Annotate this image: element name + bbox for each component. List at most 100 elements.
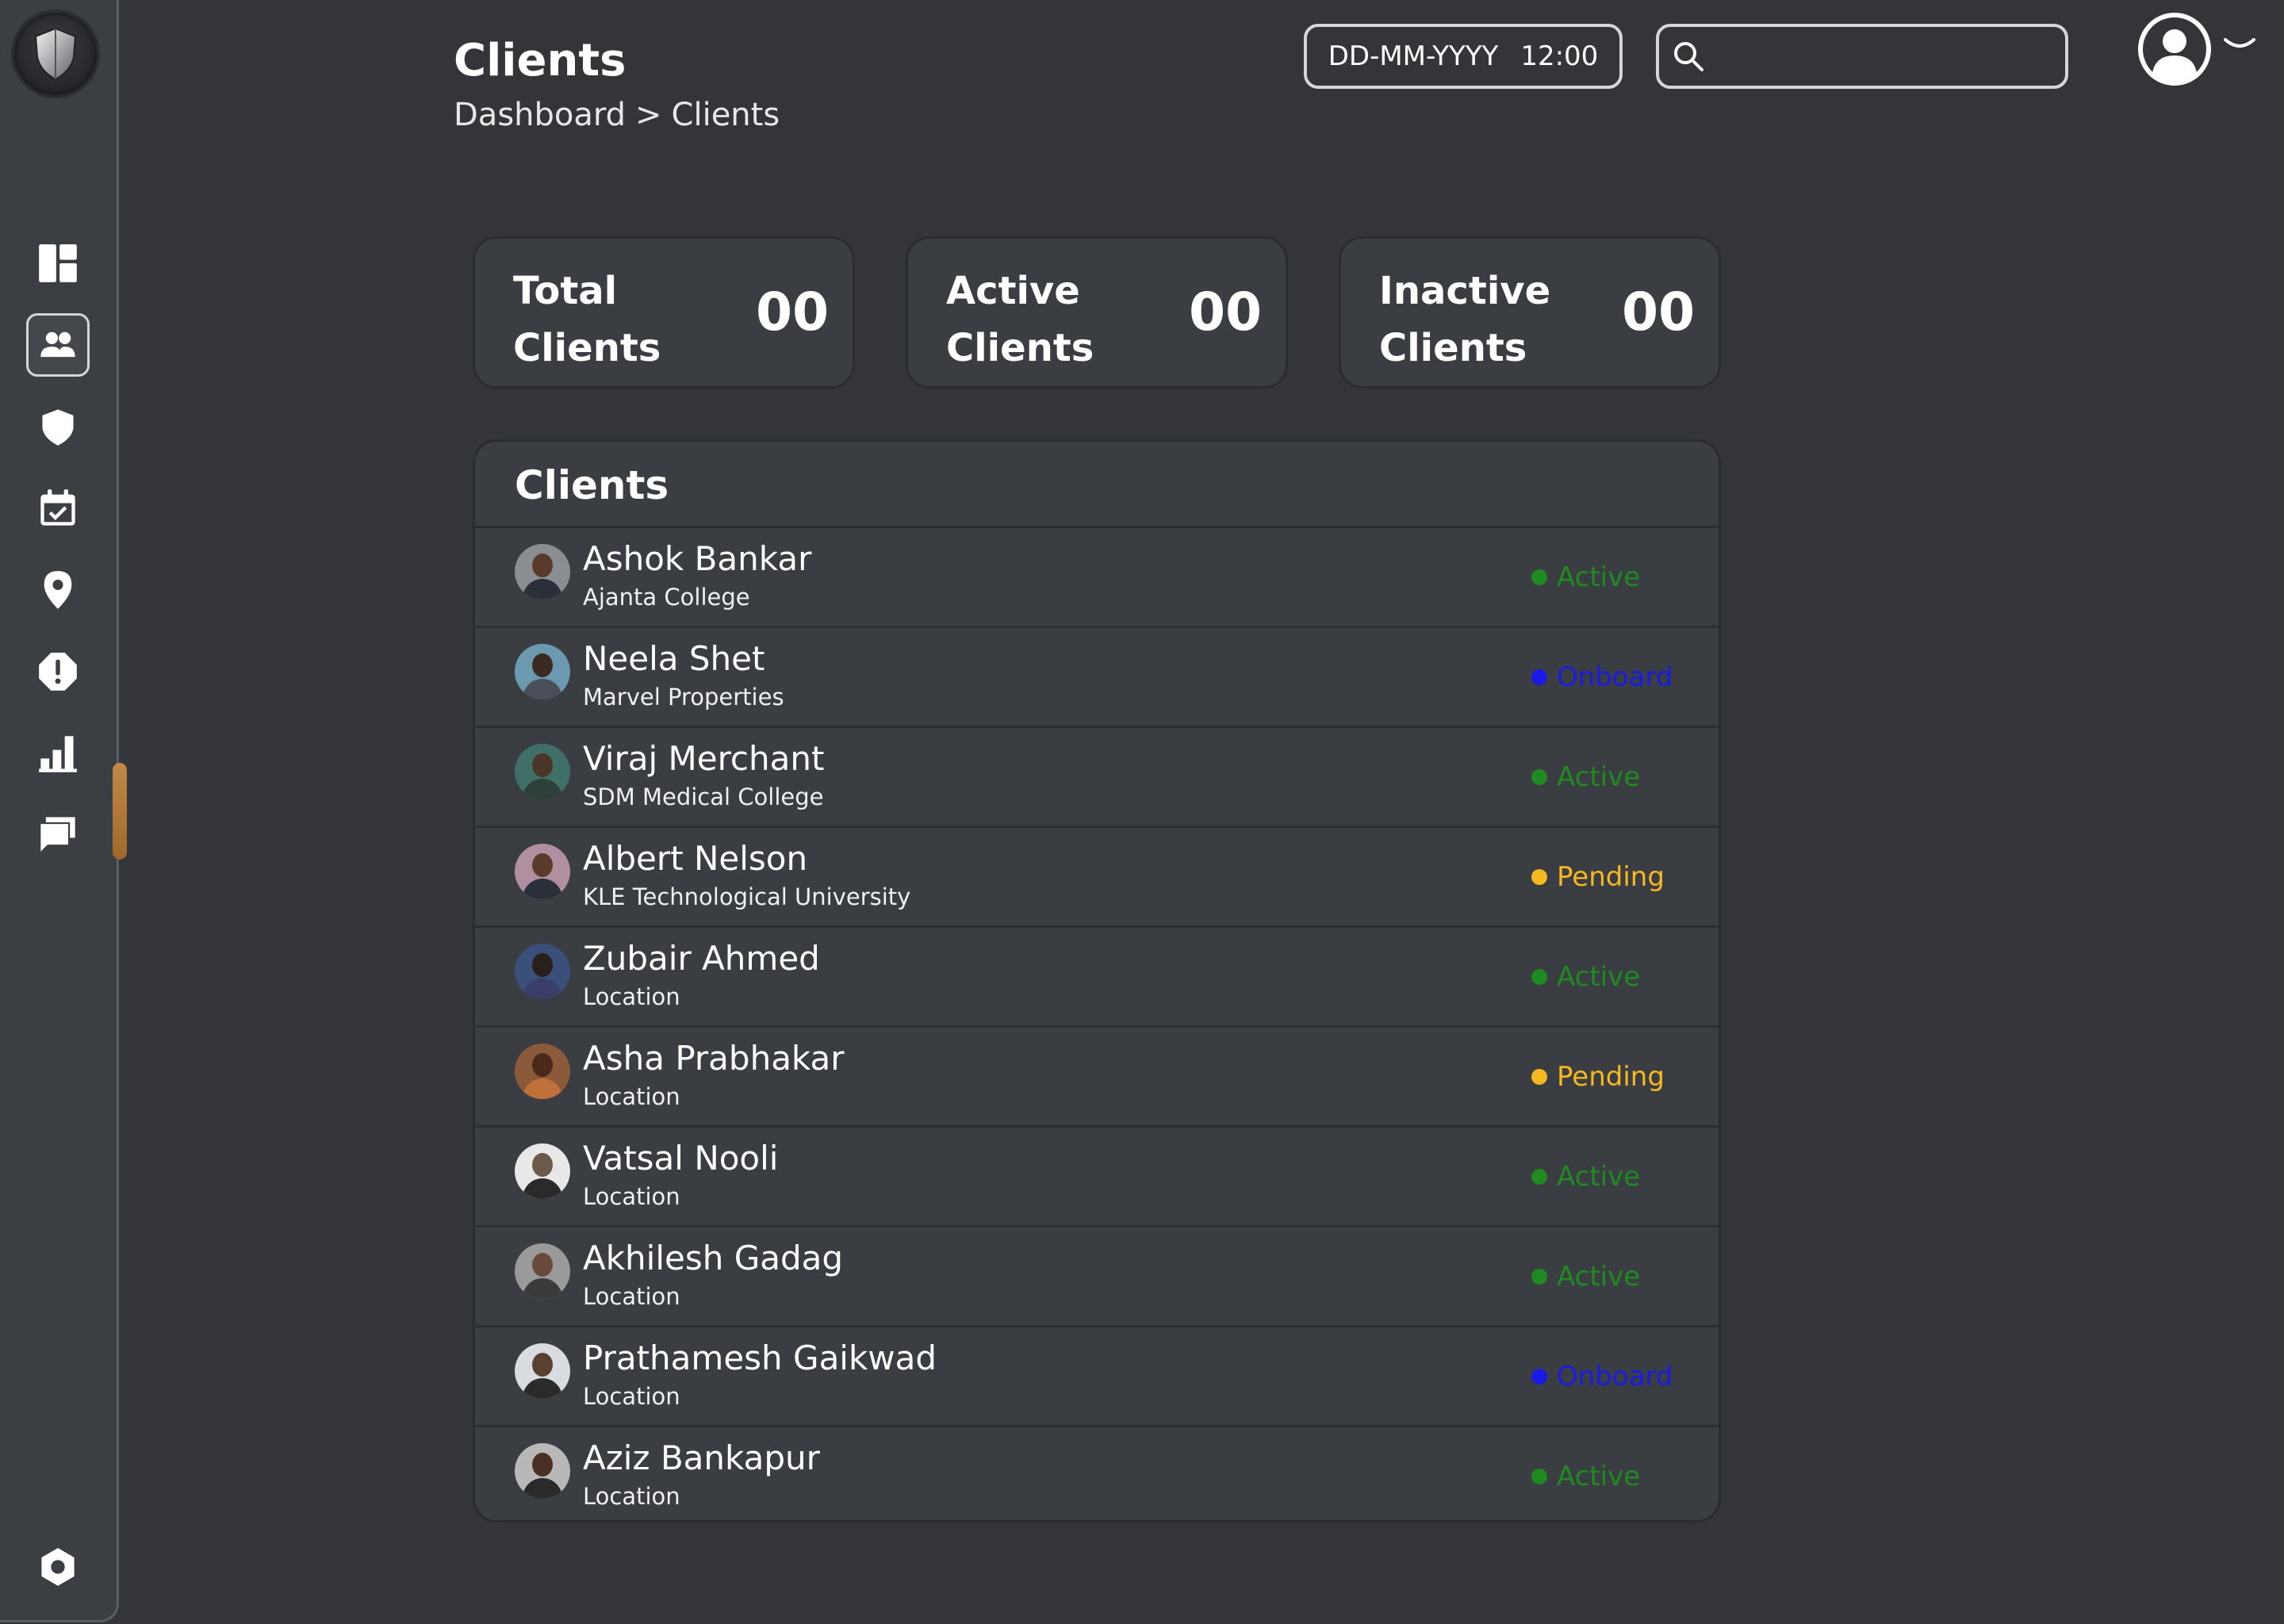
shield-logo[interactable]: [14, 13, 97, 95]
client-avatar: [515, 1443, 570, 1499]
calendar-check-icon: [40, 489, 75, 526]
client-name[interactable]: Aziz Bankapur: [583, 1438, 820, 1477]
client-name[interactable]: Akhilesh Gadag: [583, 1239, 843, 1277]
settings-icon: [41, 1548, 75, 1586]
status-text: Active: [1557, 1161, 1641, 1193]
status-text: Active: [1557, 961, 1641, 993]
client-organization: SDM Medical College: [583, 783, 824, 810]
status-badge: Onboard: [1531, 1361, 1673, 1392]
dashboard-icon: [39, 244, 77, 282]
sidebar-item-reports[interactable]: [26, 722, 90, 785]
stat-value: 00: [1189, 282, 1262, 343]
client-organization: Location: [583, 1183, 680, 1210]
sidebar-item-settings[interactable]: [26, 1535, 90, 1599]
status-dot: [1531, 969, 1547, 985]
messages-icon: [40, 817, 75, 852]
status-badge: Active: [1531, 761, 1640, 793]
search-box[interactable]: [1656, 24, 2068, 89]
status-dot: [1531, 1069, 1547, 1085]
breadcrumb-separator: >: [635, 97, 662, 133]
client-organization: KLE Technological University: [583, 883, 911, 910]
sidebar-item-locations[interactable]: [26, 558, 90, 622]
status-badge: Active: [1531, 561, 1640, 593]
status-text: Active: [1557, 1461, 1641, 1492]
sidebar-scroll-handle[interactable]: [113, 763, 127, 860]
search-input[interactable]: [1716, 41, 2065, 71]
breadcrumb-current: Clients: [671, 97, 780, 133]
client-avatar: [515, 1343, 570, 1399]
client-avatar: [515, 944, 570, 999]
status-dot: [1531, 769, 1547, 785]
client-avatar: [515, 644, 570, 699]
client-avatar: [515, 844, 570, 899]
sidebar-item-dashboard[interactable]: [26, 232, 90, 295]
status-text: Pending: [1557, 861, 1665, 893]
user-avatar-icon[interactable]: [2136, 11, 2213, 87]
client-name[interactable]: Zubair Ahmed: [583, 939, 820, 978]
client-row[interactable]: Albert Nelson KLE Technological Universit…: [475, 825, 1719, 925]
client-avatar: [515, 544, 570, 599]
status-badge: Onboard: [1531, 661, 1673, 693]
client-name[interactable]: Ashok Bankar: [583, 539, 811, 578]
status-badge: Pending: [1531, 861, 1665, 893]
sidebar-item-alerts[interactable]: [26, 640, 90, 703]
client-organization: Ajanta College: [583, 584, 750, 611]
breadcrumb-dashboard-link[interactable]: Dashboard: [454, 97, 626, 133]
sidebar: [0, 0, 119, 1622]
location-pin-icon: [44, 571, 72, 609]
stat-label: Total Clients: [513, 269, 661, 370]
client-row[interactable]: Viraj Merchant SDM Medical College Active: [475, 726, 1719, 825]
client-organization: Location: [583, 1383, 680, 1410]
status-dot: [1531, 1269, 1547, 1285]
stat-card-total-clients: Total Clients 00: [473, 236, 855, 389]
status-dot: [1531, 1369, 1547, 1385]
client-avatar: [515, 744, 570, 799]
status-badge: Active: [1531, 961, 1640, 993]
chevron-down-icon[interactable]: [2221, 33, 2259, 57]
client-organization: Marvel Properties: [583, 684, 784, 710]
client-row[interactable]: Prathamesh Gaikwad Location Onboard: [475, 1325, 1719, 1425]
client-row[interactable]: Vatsal Nooli Location Active: [475, 1125, 1719, 1225]
client-name[interactable]: Viraj Merchant: [583, 739, 824, 778]
client-avatar: [515, 1243, 570, 1299]
sidebar-item-security[interactable]: [26, 395, 90, 458]
client-name[interactable]: Albert Nelson: [583, 839, 807, 878]
client-avatar: [515, 1143, 570, 1199]
sidebar-item-messages[interactable]: [26, 801, 90, 864]
clients-panel-title: Clients: [515, 462, 669, 508]
date-time-display[interactable]: DD-MM-YYYY 12:00: [1304, 24, 1623, 89]
client-row[interactable]: Aziz Bankapur Location Active: [475, 1425, 1719, 1520]
clients-list: Ashok Bankar Ajanta College Active Neela Sh…: [475, 526, 1719, 1520]
shield-logo-icon: [34, 27, 77, 81]
client-row[interactable]: Asha Prabhakar Location Pending: [475, 1025, 1719, 1125]
status-text: Onboard: [1557, 1361, 1673, 1392]
client-name[interactable]: Prathamesh Gaikwad: [583, 1339, 937, 1377]
date-text: DD-MM-YYYY: [1328, 40, 1499, 72]
sidebar-item-clients[interactable]: [26, 313, 90, 377]
client-organization: Location: [583, 1483, 680, 1510]
client-name[interactable]: Neela Shet: [583, 639, 765, 678]
status-dot: [1531, 569, 1547, 585]
status-badge: Active: [1531, 1261, 1640, 1293]
status-dot: [1531, 1169, 1547, 1185]
status-dot: [1531, 1469, 1547, 1484]
client-organization: Location: [583, 1283, 680, 1310]
status-dot: [1531, 869, 1547, 885]
stat-card-inactive-clients: Inactive Clients 00: [1339, 236, 1721, 389]
client-name[interactable]: Asha Prabhakar: [583, 1039, 845, 1078]
client-row[interactable]: Neela Shet Marvel Properties Onboard: [475, 626, 1719, 726]
status-text: Active: [1557, 761, 1641, 793]
time-text: 12:00: [1520, 40, 1599, 72]
client-avatar: [515, 1044, 570, 1099]
search-icon: [1674, 42, 1703, 71]
client-row[interactable]: Ashok Bankar Ajanta College Active: [475, 526, 1719, 626]
breadcrumb: Dashboard > Clients: [454, 97, 780, 133]
sidebar-item-schedule[interactable]: [26, 477, 90, 540]
client-row[interactable]: Zubair Ahmed Location Active: [475, 925, 1719, 1025]
client-row[interactable]: Akhilesh Gadag Location Active: [475, 1225, 1719, 1325]
page-title: Clients: [454, 35, 627, 86]
bar-chart-icon: [39, 736, 77, 772]
client-organization: Location: [583, 983, 680, 1010]
client-name[interactable]: Vatsal Nooli: [583, 1139, 778, 1178]
status-badge: Active: [1531, 1461, 1640, 1492]
